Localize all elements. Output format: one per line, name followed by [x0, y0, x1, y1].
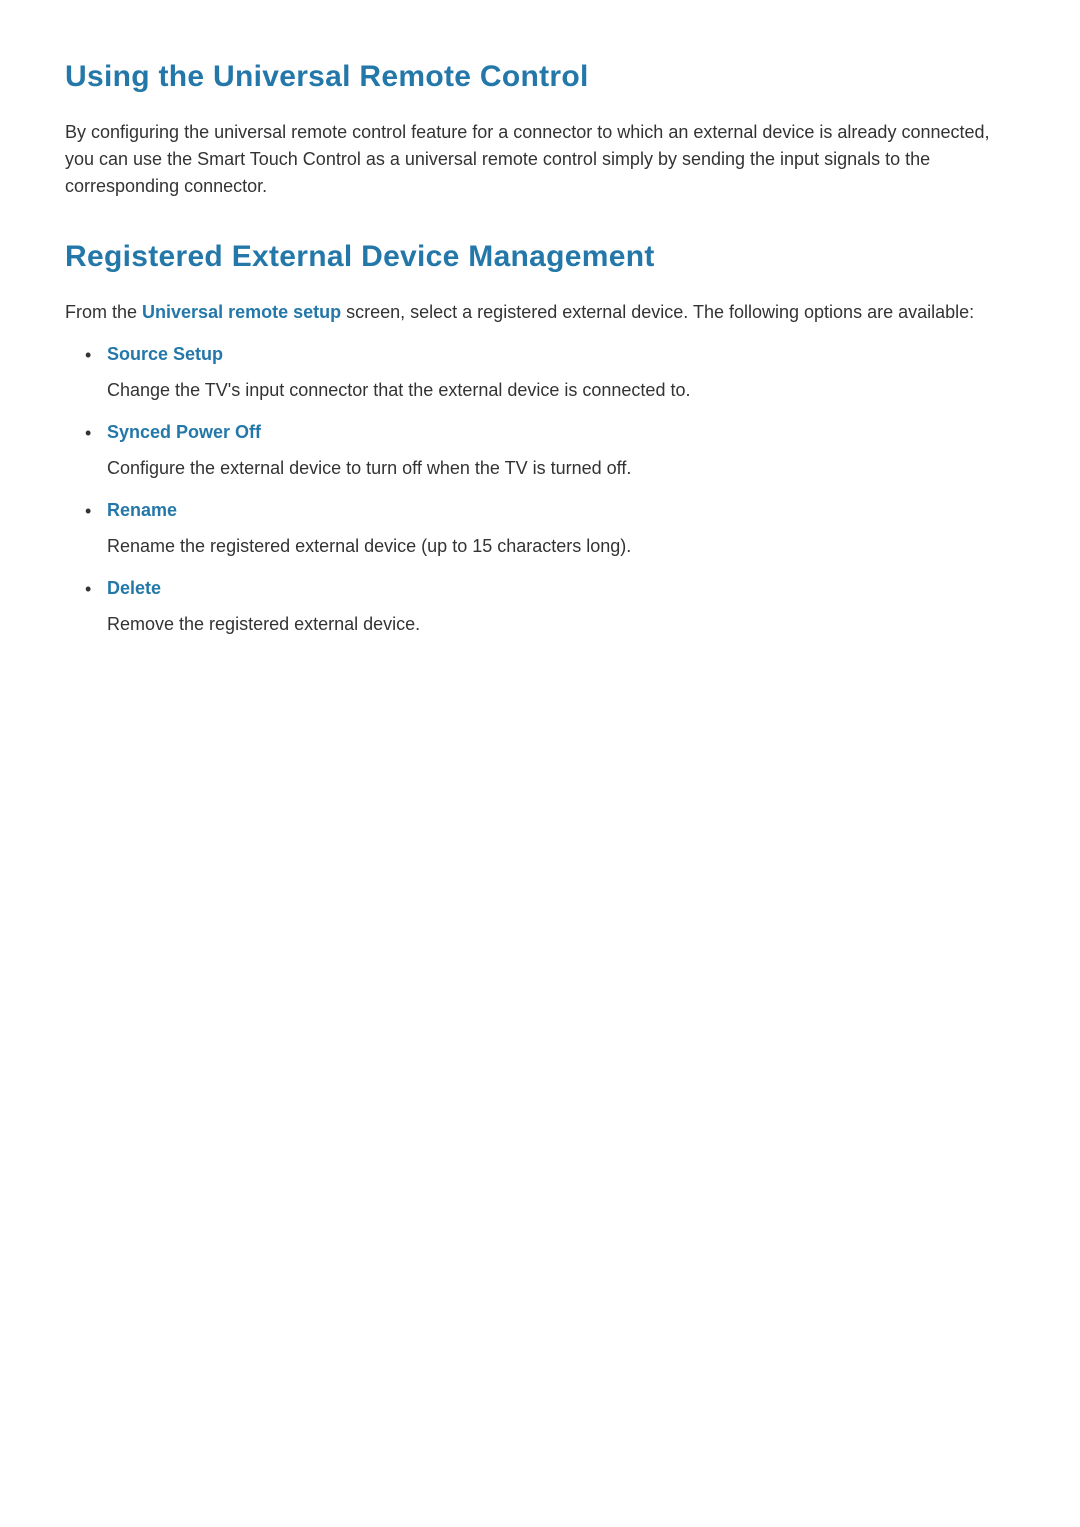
option-title-synced-power-off: Synced Power Off — [107, 422, 1020, 443]
option-title-rename: Rename — [107, 500, 1020, 521]
section1-heading: Using the Universal Remote Control — [65, 60, 1020, 94]
section2-heading: Registered External Device Management — [65, 240, 1020, 274]
option-desc: Configure the external device to turn of… — [107, 455, 1020, 482]
list-item: Rename Rename the registered external de… — [85, 500, 1020, 560]
section-registered-external-device-management: Registered External Device Management Fr… — [65, 240, 1020, 638]
option-list: Source Setup Change the TV's input conne… — [65, 344, 1020, 638]
option-title-source-setup: Source Setup — [107, 344, 1020, 365]
list-item: Synced Power Off Configure the external … — [85, 422, 1020, 482]
section2-intro: From the Universal remote setup screen, … — [65, 299, 1020, 326]
option-desc: Change the TV's input connector that the… — [107, 377, 1020, 404]
intro-pre: From the — [65, 302, 142, 322]
list-item: Delete Remove the registered external de… — [85, 578, 1020, 638]
section1-body: By configuring the universal remote cont… — [65, 119, 1020, 200]
option-title-delete: Delete — [107, 578, 1020, 599]
section-using-universal-remote: Using the Universal Remote Control By co… — [65, 60, 1020, 200]
option-desc: Remove the registered external device. — [107, 611, 1020, 638]
intro-emph: Universal remote setup — [142, 302, 341, 322]
intro-post: screen, select a registered external dev… — [341, 302, 974, 322]
option-desc: Rename the registered external device (u… — [107, 533, 1020, 560]
list-item: Source Setup Change the TV's input conne… — [85, 344, 1020, 404]
